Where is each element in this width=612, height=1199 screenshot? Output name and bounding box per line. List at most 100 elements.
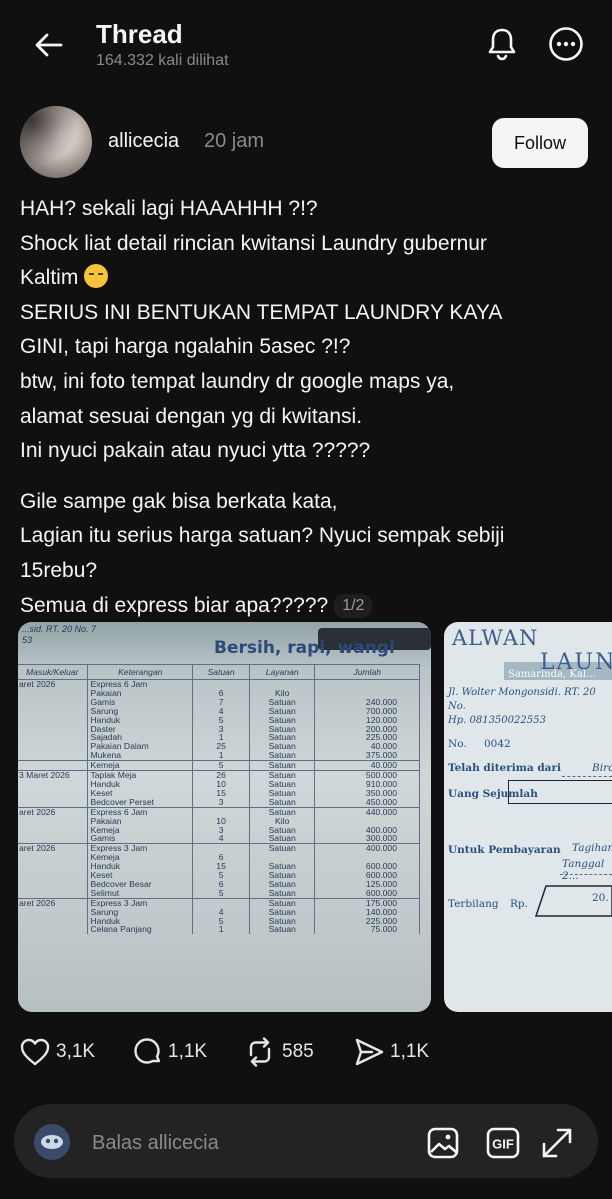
invoice-cell: Kemeja: [87, 760, 194, 771]
invoice-cell: [18, 715, 89, 725]
receipt-address-line: Hp. 081350022553: [448, 715, 546, 726]
invoice-cell: [18, 779, 89, 789]
invoice-body: aret 2026 Express 6 Jam Pakaian 6 Kilo Gamis 7…: [18, 679, 420, 935]
author-username[interactable]: allicecia: [108, 130, 179, 153]
expand-icon: [542, 1128, 572, 1158]
expand-button[interactable]: [538, 1124, 576, 1162]
invoice-cell: 450.000: [314, 797, 420, 808]
post-image-invoice[interactable]: ...sid. RT. 20 No. 7 53 Bersih, rapi, wa…: [18, 622, 431, 1012]
back-button[interactable]: [30, 26, 68, 64]
invoice-col-header: Layanan: [249, 664, 316, 680]
invoice-cell: 5: [192, 760, 251, 771]
invoice-cell: 225.000: [314, 916, 420, 926]
post-time: 20 jam: [204, 130, 265, 152]
post-line: SERIUS INI BENTUKAN TEMPAT LAUNDRY KAYA: [20, 300, 503, 324]
post-line-text: Kaltim: [20, 266, 79, 290]
receipt-payment-value: Tagihan: [572, 842, 612, 854]
my-avatar: [34, 1124, 70, 1160]
reply-count: 1,1K: [168, 1041, 208, 1062]
repost-button[interactable]: 585: [244, 1030, 314, 1074]
invoice-cell: [18, 724, 89, 734]
invoice-cell: 600.000: [314, 888, 420, 899]
post-line: GINI, tapi harga ngalahin 5asec ?!?: [20, 335, 351, 359]
invoice-cell: 225.000: [314, 733, 420, 743]
post-actions: 3,1K 1,1K 585 1,1K: [0, 1030, 612, 1074]
media-pager-badge: 1/2: [334, 593, 373, 618]
invoice-cell: 3 Maret 2026: [18, 770, 89, 780]
attach-image-button[interactable]: [424, 1124, 462, 1162]
page-title: Thread: [96, 19, 183, 49]
invoice-cell: [18, 688, 89, 698]
reply-input[interactable]: [90, 1124, 394, 1162]
invoice-cell: [314, 679, 420, 689]
invoice-cell: [18, 862, 89, 872]
post-line: Gile sampe gak bisa berkata kata,: [20, 489, 338, 513]
invoice-cell: 75.000: [314, 925, 420, 935]
receipt-payment-label: Untuk Pembayaran: [448, 844, 561, 856]
invoice-row: Gamis 4 Satuan 300.000: [18, 834, 420, 844]
notification-button[interactable]: [482, 24, 522, 64]
thread-header: Thread 164.332 kali dilihat: [0, 0, 612, 90]
invoice-cell: 400.000: [314, 843, 420, 854]
invoice-title: Bersih, rapi, wangi: [214, 638, 395, 658]
receipt-received-value: Biro: [592, 762, 612, 774]
post-line-text: Semua di express biar apa?????: [20, 593, 329, 617]
invoice-cell: [18, 733, 89, 743]
gif-button[interactable]: GIF: [484, 1124, 522, 1162]
reply-button[interactable]: 1,1K: [132, 1030, 207, 1074]
invoice-cell: Satuan: [249, 888, 316, 899]
invoice-corner-line: 53: [22, 635, 33, 645]
invoice-sheet: ...sid. RT. 20 No. 7 53 Bersih, rapi, wa…: [18, 622, 431, 1012]
invoice-cell: aret 2026: [18, 843, 89, 854]
arrow-left-icon: [35, 33, 63, 57]
like-button[interactable]: 3,1K: [20, 1030, 95, 1074]
share-button[interactable]: 1,1K: [354, 1030, 429, 1074]
more-button[interactable]: [546, 24, 586, 64]
invoice-cell: 40.000: [314, 760, 420, 771]
invoice-cell: [18, 825, 89, 835]
invoice-cell: Satuan: [249, 797, 316, 808]
post-image-receipt[interactable]: ALWAN Samarinda, Kal... LAUNDR Jl. Wolte…: [444, 622, 612, 1012]
invoice-cell: 375.000: [314, 751, 420, 761]
repost-count: 585: [282, 1041, 314, 1062]
post-line: 15rebu?: [20, 558, 98, 582]
receipt-no-label: No.: [448, 738, 467, 750]
receipt-address-line: Jl. Wolter Mongonsidi. RT. 20 No.: [448, 687, 596, 712]
author-row: allicecia 20 jam Follow: [0, 106, 612, 178]
post-line: Lagian itu serius harga satuan? Nyuci se…: [20, 524, 505, 548]
receipt-address: Jl. Wolter Mongonsidi. RT. 20 No. Hp. 08…: [448, 686, 612, 728]
post-line: HAH? sekali lagi HAAAHHH ?!?: [20, 197, 318, 220]
invoice-cell: Satuan: [249, 925, 316, 935]
invoice-col-header: Keterangan: [87, 664, 194, 680]
receipt-banner-big: LAUNDR: [540, 650, 612, 675]
invoice-cell: aret 2026: [18, 897, 89, 908]
invoice-cell: Satuan: [249, 760, 316, 771]
receipt-spelled-label: Terbilang: [448, 898, 499, 910]
receipt-title: ALWAN: [452, 626, 539, 650]
receipt-received-label: Telah diterima dari: [448, 762, 561, 774]
post-line: Shock liat detail rincian kwitansi Laund…: [20, 231, 487, 255]
invoice-col-header: Masuk/Keluar: [18, 664, 89, 680]
post-line: alamat sesuai dengan yg di kwitansi.: [20, 404, 363, 428]
invoice-col-header: Jumlah: [314, 664, 420, 680]
avatar[interactable]: [20, 106, 92, 178]
invoice-row: Celana Panjang 1 Satuan 75.000: [18, 925, 420, 935]
invoice-cell: [18, 706, 89, 716]
invoice-corner-line: ...sid. RT. 20 No. 7: [22, 624, 97, 634]
receipt-no-value: 0042: [484, 738, 511, 750]
invoice-cell: [18, 797, 89, 808]
invoice-cell: 5: [192, 888, 251, 899]
follow-button[interactable]: Follow: [492, 118, 588, 168]
invoice-cell: 1: [192, 925, 251, 935]
invoice-cell: [18, 788, 89, 798]
user-avatar-icon: [41, 1135, 63, 1149]
invoice-col-header: Satuan: [192, 664, 251, 680]
more-horizontal-icon: [549, 27, 583, 61]
receipt: ALWAN Samarinda, Kal... LAUNDR Jl. Wolte…: [444, 622, 612, 1012]
invoice-cell: [18, 925, 89, 935]
invoice-cell: [18, 853, 89, 863]
invoice-cell: aret 2026: [18, 679, 89, 689]
invoice-row: Kemeja 5 Satuan 40.000: [18, 760, 420, 771]
face-steam-emoji-icon: [84, 264, 109, 289]
